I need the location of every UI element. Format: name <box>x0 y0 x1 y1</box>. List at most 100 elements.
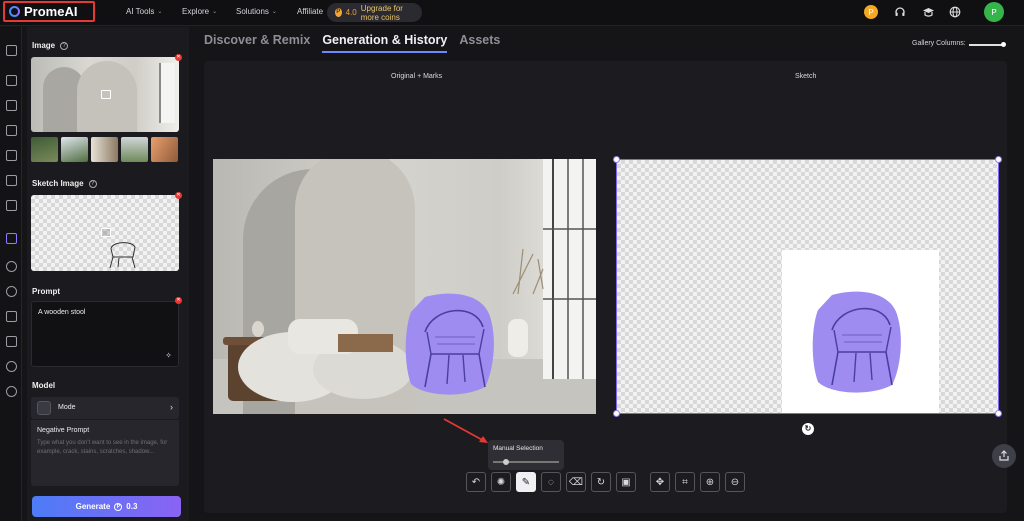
photo-edit-icon[interactable] <box>6 150 17 161</box>
coins-upgrade-pill[interactable]: P 4.0 Upgrade for more coins <box>327 3 422 22</box>
thumbnail[interactable] <box>91 137 118 162</box>
globe-icon[interactable] <box>948 5 962 19</box>
logo-text: PromeAI <box>24 4 78 19</box>
model-section-title: Model <box>32 381 55 390</box>
users-icon[interactable] <box>6 386 17 397</box>
chip-icon[interactable] <box>6 100 17 111</box>
undo-icon[interactable]: ↶ <box>466 472 486 492</box>
view-toolbar: ✥ ⌗ ⊕ ⊖ <box>650 472 745 492</box>
gallery-columns-slider[interactable] <box>969 42 1006 47</box>
nav-affiliate[interactable]: Affiliate <box>297 7 323 16</box>
clear-prompt-icon[interactable]: ✕ <box>175 297 182 304</box>
resize-handle[interactable] <box>995 156 1002 163</box>
zoom-in-icon[interactable]: ⊕ <box>700 472 720 492</box>
prompt-section-title: Prompt <box>32 287 60 296</box>
sketch-title: Sketch <box>795 73 817 80</box>
logo[interactable]: PromeAI <box>3 1 95 22</box>
graduation-cap-icon[interactable] <box>921 5 935 19</box>
upload-image-icon <box>101 228 111 237</box>
brush-icon[interactable]: ✎ <box>516 472 536 492</box>
coin-icon: P <box>335 8 342 17</box>
help-icon[interactable]: ? <box>88 179 97 188</box>
thumbnail[interactable] <box>151 137 178 162</box>
video-icon[interactable] <box>6 75 17 86</box>
avatar-initial: P <box>991 7 997 17</box>
mask-icon[interactable]: ▣ <box>616 472 636 492</box>
thumbnail[interactable] <box>61 137 88 162</box>
mode-selector[interactable]: Mode › <box>31 397 179 419</box>
avatar[interactable]: P <box>984 2 1004 22</box>
logo-mark-icon <box>9 6 20 17</box>
coin-balance: 4.0 <box>345 8 357 17</box>
coin-icon: P <box>114 502 123 511</box>
sketch-section-title: Sketch Image ? <box>32 179 97 188</box>
tab-assets[interactable]: Assets <box>459 33 500 53</box>
purple-selection-mark <box>405 293 494 395</box>
window-shape <box>159 63 175 123</box>
share-icon <box>999 450 1009 461</box>
image-section-title: Image ? <box>32 41 69 50</box>
sketch-canvas[interactable] <box>613 156 1002 417</box>
move-icon[interactable]: ✥ <box>650 472 670 492</box>
nav-label: Solutions <box>236 7 269 16</box>
rotate-icon[interactable]: ↻ <box>802 423 814 435</box>
upgrade-link[interactable]: Upgrade for more coins <box>361 4 422 22</box>
generate-label: Generate <box>75 502 111 511</box>
original-marks-title: Original + Marks <box>391 73 443 80</box>
negative-prompt-placeholder: Type what you don't want to see in the i… <box>37 440 168 455</box>
brush-size-slider[interactable] <box>493 458 559 465</box>
remove-sketch-icon[interactable]: ✕ <box>175 192 182 199</box>
editor-canvas: Original + Marks Sketch ↻ Manual Selecti… <box>204 61 1007 513</box>
generate-button[interactable]: Generate P 0.3 <box>32 496 181 517</box>
magic-wand-icon[interactable]: ✧ <box>165 351 172 360</box>
tab-generation-history[interactable]: Generation & History <box>322 33 448 53</box>
thumbnail[interactable] <box>31 137 58 162</box>
auto-select-icon[interactable]: ✺ <box>491 472 511 492</box>
crown-icon[interactable] <box>6 233 17 244</box>
target-icon[interactable] <box>6 286 17 297</box>
tab-discover-remix[interactable]: Discover & Remix <box>204 33 310 53</box>
nav-label: Explore <box>182 7 210 16</box>
edit-toolbar: ↶ ✺ ✎ ◌ ⌫ ↻ ▣ <box>466 472 636 492</box>
headset-icon[interactable] <box>893 5 907 19</box>
resize-handle[interactable] <box>995 410 1002 417</box>
top-bar: PromeAI AI Tools ⌄ Explore ⌄ Solutions ⌄ Af… <box>0 0 1024 26</box>
help-icon[interactable]: ? <box>60 41 69 50</box>
gallery-columns-label: Gallery Columns: <box>912 40 966 47</box>
eraser-icon[interactable]: ⌫ <box>566 472 586 492</box>
lasso-icon[interactable]: ◌ <box>541 472 561 492</box>
compass-icon[interactable] <box>6 261 17 272</box>
thumbnail[interactable] <box>121 137 148 162</box>
chevron-down-icon: ⌄ <box>271 9 277 15</box>
remove-image-icon[interactable]: ✕ <box>175 54 182 61</box>
tooltip-label: Manual Selection <box>493 445 543 452</box>
nav-ai-tools[interactable]: AI Tools ⌄ <box>126 7 162 16</box>
chevron-down-icon: ⌄ <box>212 9 218 15</box>
resize-handle[interactable] <box>613 410 620 417</box>
manual-selection-tooltip: Manual Selection <box>488 440 564 470</box>
share-button[interactable] <box>992 444 1016 468</box>
image-icon[interactable] <box>6 125 17 136</box>
redo-icon[interactable]: ↻ <box>591 472 611 492</box>
slider-knob[interactable] <box>1001 42 1006 47</box>
slider-knob[interactable] <box>502 458 509 465</box>
image-upload-preview[interactable] <box>31 57 179 132</box>
nav-explore[interactable]: Explore ⌄ <box>182 7 217 16</box>
bell-icon[interactable] <box>6 311 17 322</box>
model-title: Model <box>32 381 56 390</box>
layers-icon[interactable] <box>6 175 17 186</box>
original-image[interactable] <box>213 159 596 414</box>
nav-solutions[interactable]: Solutions ⌄ <box>236 7 277 16</box>
crop-icon[interactable]: ⌗ <box>675 472 695 492</box>
negative-prompt-title: Negative Prompt <box>37 427 90 434</box>
zoom-out-icon[interactable]: ⊖ <box>725 472 745 492</box>
negative-prompt-input[interactable]: Negative Prompt Type what you don't want… <box>31 420 179 486</box>
home-icon[interactable] <box>6 45 17 56</box>
folder-icon[interactable] <box>6 336 17 347</box>
prompt-input[interactable]: A wooden stool ✧ <box>31 301 179 367</box>
grid-icon[interactable] <box>6 200 17 211</box>
coin-icon[interactable]: P <box>864 5 878 19</box>
resize-handle[interactable] <box>613 156 620 163</box>
sketch-upload-preview[interactable] <box>31 195 179 271</box>
user-icon[interactable] <box>6 361 17 372</box>
